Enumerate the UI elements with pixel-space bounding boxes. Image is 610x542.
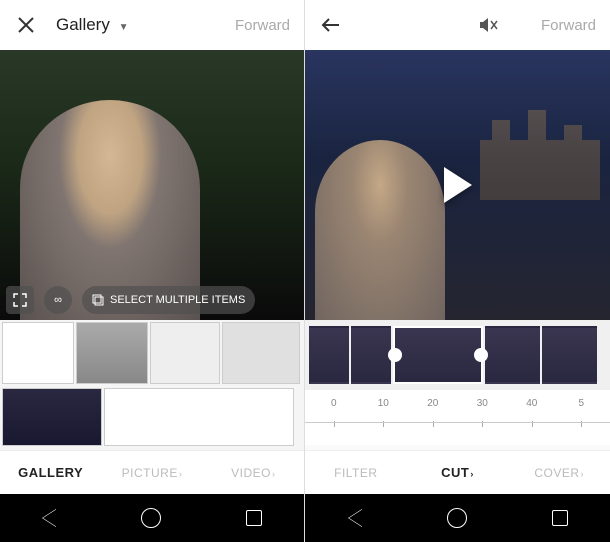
tab-video-label: VIDEO [231,466,271,480]
nav-recent-button[interactable] [246,510,262,526]
preview-background [480,100,600,200]
gallery-thumbnails [0,320,304,450]
preview-overlay-toolbar: ∞ SELECT MULTIPLE ITEMS [6,286,298,314]
chevron-down-icon: ▼ [119,22,129,33]
gallery-thumb[interactable] [222,322,300,384]
tab-filter[interactable]: FILTER [305,466,407,480]
tab-video[interactable]: VIDEO› [203,466,304,480]
timeline-clip[interactable] [309,326,349,384]
video-preview[interactable] [305,50,610,320]
tab-cover[interactable]: COVER› [508,466,610,480]
gallery-dropdown[interactable]: Gallery ▼ [56,15,129,35]
arrow-left-icon [321,16,341,34]
forward-button[interactable]: Forward [235,17,290,34]
forward-button[interactable]: Forward [541,17,596,34]
preview-content [315,140,445,320]
tab-picture-label: PICTURE [122,466,178,480]
timeline-clip-selected[interactable] [393,326,483,384]
gallery-title-label: Gallery [56,15,110,34]
chevron-right-icon: › [470,469,474,479]
expand-button[interactable] [6,286,34,314]
right-tabs: FILTER CUT› COVER› [305,450,610,494]
nav-recent-button[interactable] [552,510,568,526]
chevron-right-icon: › [272,469,276,479]
chevron-right-icon: › [581,469,585,479]
timeline-clips [305,320,610,390]
chevron-right-icon: › [179,469,183,479]
gallery-thumb[interactable] [104,388,294,446]
expand-icon [13,293,27,307]
ruler-tick: 5 [557,398,607,409]
tab-picture[interactable]: PICTURE› [101,466,202,480]
stack-icon [92,294,104,306]
play-button[interactable] [444,167,472,203]
timeline-clip[interactable] [542,326,597,384]
volume-mute-icon [478,16,500,34]
left-tabs: GALLERY PICTURE› VIDEO› [0,450,304,494]
nav-home-button[interactable] [447,508,467,528]
tab-cut[interactable]: CUT› [407,465,509,480]
ruler-tick: 20 [408,398,458,409]
gallery-header: Gallery ▼ Forward [0,0,304,50]
timeline-clip[interactable] [485,326,540,384]
android-nav-bar [305,494,610,542]
mute-button[interactable] [477,13,501,37]
editor-panel: Forward 0 10 20 30 40 5 FILTER CUT› COVE… [305,0,610,542]
android-nav-bar [0,494,304,542]
tab-gallery[interactable]: GALLERY [0,465,101,480]
gallery-thumb[interactable] [2,322,74,384]
ruler-tick: 0 [309,398,359,409]
gallery-thumb[interactable] [150,322,220,384]
select-multiple-button[interactable]: SELECT MULTIPLE ITEMS [82,286,255,314]
tab-cover-label: COVER [534,466,579,480]
ruler-tick: 10 [359,398,409,409]
gallery-thumb[interactable] [76,322,148,384]
timeline: 0 10 20 30 40 5 [305,320,610,450]
close-button[interactable] [14,13,38,37]
infinity-icon: ∞ [54,294,62,306]
ruler-tick: 30 [458,398,508,409]
back-button[interactable] [319,13,343,37]
ruler-tick: 40 [507,398,557,409]
nav-back-button[interactable] [348,509,362,527]
editor-header: Forward [305,0,610,50]
infinity-button[interactable]: ∞ [44,286,72,314]
tab-cut-label: CUT [441,465,469,480]
nav-back-button[interactable] [42,509,56,527]
gallery-panel: Gallery ▼ Forward ∞ SELECT MULTIPLE ITEM… [0,0,305,542]
timeline-ruler[interactable]: 0 10 20 30 40 5 [305,390,610,445]
select-multiple-label: SELECT MULTIPLE ITEMS [110,294,245,306]
media-preview[interactable]: ∞ SELECT MULTIPLE ITEMS [0,50,304,320]
gallery-thumb[interactable] [2,388,102,446]
timeline-clip[interactable] [351,326,391,384]
nav-home-button[interactable] [141,508,161,528]
